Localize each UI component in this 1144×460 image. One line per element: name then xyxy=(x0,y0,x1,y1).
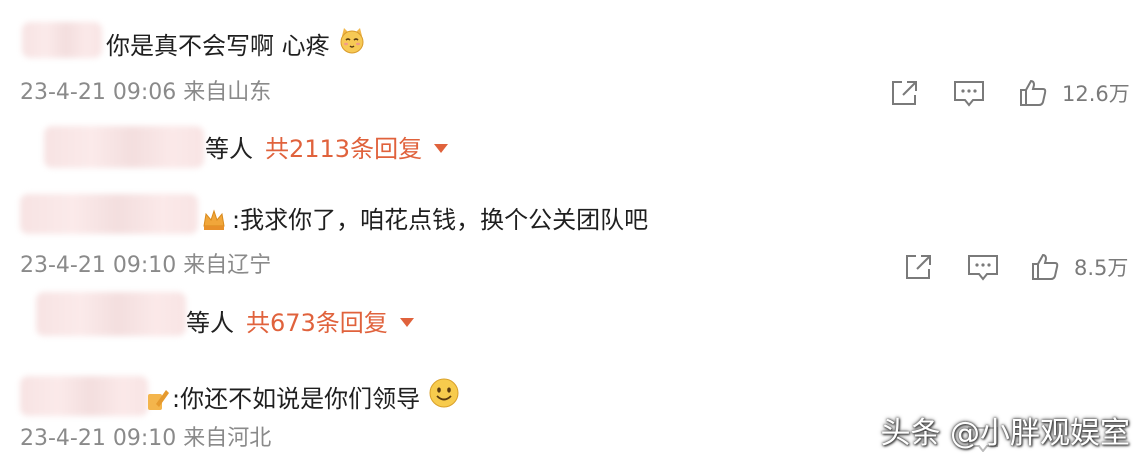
comment-text: :你还不如说是你们领导 xyxy=(172,377,460,420)
comment-text-content: 你是真不会写啊 心疼 xyxy=(106,32,330,60)
share-icon xyxy=(892,81,917,105)
comment-icon xyxy=(954,81,984,107)
like-count: 12.6万 xyxy=(1062,82,1130,106)
pen-badge-icon xyxy=(148,390,169,410)
comment-button[interactable] xyxy=(966,252,1000,282)
like-count: 8.5万 xyxy=(1074,256,1129,280)
comment-text: :我求你了，咱花点钱，换个公关团队吧 xyxy=(232,206,649,234)
cat-face-icon xyxy=(337,25,367,63)
thumbs-up-icon xyxy=(1032,253,1059,280)
comment-text: 你是真不会写啊 心疼 xyxy=(106,28,367,66)
comment-icon xyxy=(968,255,998,281)
caret-down-icon xyxy=(434,143,449,153)
blurred-username[interactable] xyxy=(22,22,102,58)
reply-suffix: 等人 xyxy=(186,309,234,337)
share-icon xyxy=(906,255,931,279)
watermark: 头条 @小胖观娱室 xyxy=(880,416,1130,451)
share-button[interactable] xyxy=(902,252,934,282)
blurred-reply-users[interactable] xyxy=(36,292,186,336)
comment-item-2: :我求你了，咱花点钱，换个公关团队吧 23-4-21 09:10 来自辽宁 8.… xyxy=(0,174,1144,337)
comment-meta: 23-4-21 09:06 来自山东 xyxy=(20,80,272,105)
comment-meta: 23-4-21 09:10 来自河北 xyxy=(20,426,272,451)
reply-count: 共2113条回复 xyxy=(265,135,423,163)
crown-badge-icon xyxy=(203,209,225,230)
reply-suffix: 等人 xyxy=(205,135,253,163)
smile-face-icon xyxy=(428,377,460,417)
comment-button[interactable] xyxy=(952,78,986,108)
blurred-reply-users[interactable] xyxy=(44,126,204,168)
blurred-username[interactable] xyxy=(20,194,198,234)
reply-summary[interactable]: 等人 共2113条回复 xyxy=(205,133,449,165)
comment-meta: 23-4-21 09:10 来自辽宁 xyxy=(20,253,272,278)
like-button[interactable]: 12.6万 xyxy=(1018,78,1130,108)
comment-text-content: :你还不如说是你们领导 xyxy=(172,385,421,413)
reply-summary[interactable]: 等人 共673条回复 xyxy=(186,307,414,339)
caret-down-icon xyxy=(399,317,414,327)
reply-count: 共673条回复 xyxy=(246,309,388,337)
thumbs-up-icon xyxy=(1020,79,1047,106)
like-button[interactable]: 8.5万 xyxy=(1030,252,1128,282)
comment-item-1: 你是真不会写啊 心疼 23-4-21 09:06 来自山东 12.6万 等人 共… xyxy=(0,0,1144,168)
blurred-username[interactable] xyxy=(20,376,148,416)
share-button[interactable] xyxy=(888,78,920,108)
